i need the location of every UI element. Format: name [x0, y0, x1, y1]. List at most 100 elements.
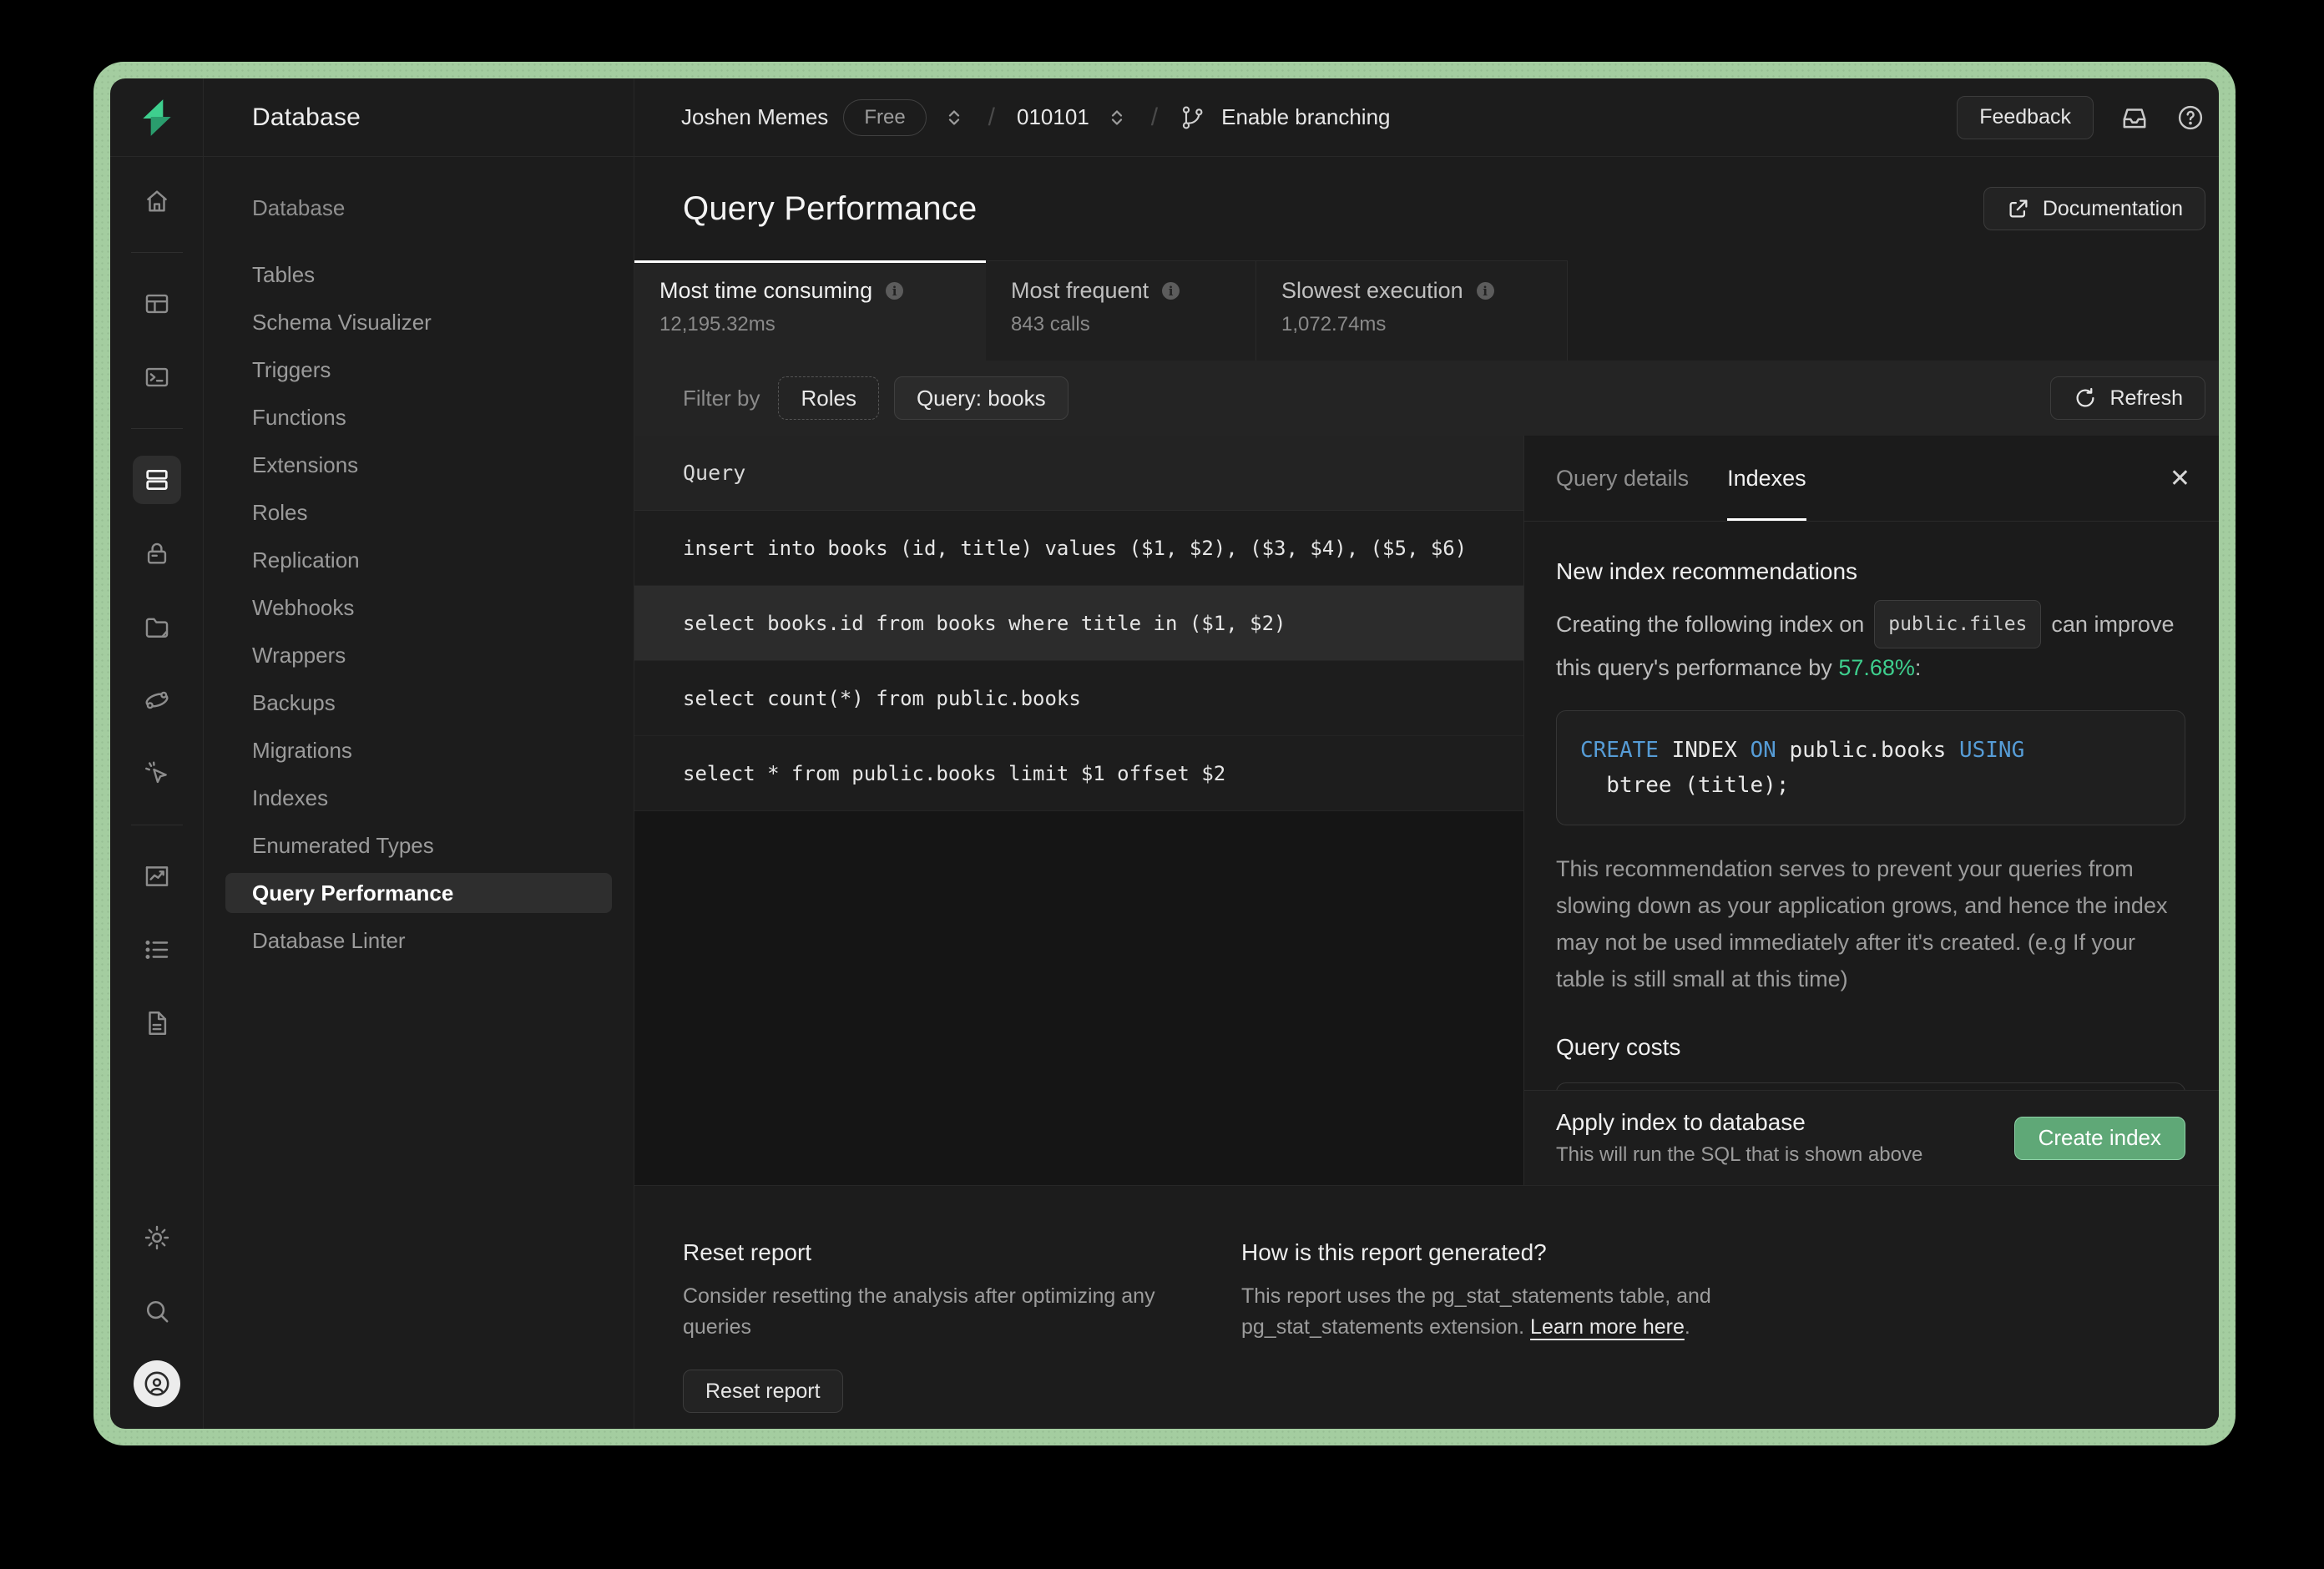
project-id[interactable]: 010101	[1017, 104, 1089, 130]
rail-item-authentication[interactable]	[133, 529, 181, 578]
feedback-button[interactable]: Feedback	[1957, 95, 2094, 139]
rail-item-table-editor[interactable]	[133, 280, 181, 328]
help-button[interactable]	[2175, 103, 2205, 133]
main-content: Query Performance Documentation Most tim…	[634, 157, 2219, 1429]
refresh-label: Refresh	[2109, 386, 2183, 410]
table-name-chip: public.files	[1874, 600, 2042, 648]
filter-bar: Filter by Roles Query: books Refresh	[634, 361, 2219, 436]
info-icon[interactable]: i	[886, 282, 904, 300]
page-header: Query Performance Documentation	[634, 157, 2219, 260]
close-panel-button[interactable]: ✕	[2170, 464, 2190, 493]
rail-item-settings[interactable]	[133, 1213, 181, 1262]
report-info-column: How is this report generated? This repor…	[1241, 1239, 1711, 1429]
tab-value: 1,072.74ms	[1281, 313, 1387, 335]
supabase-logo[interactable]	[110, 78, 204, 156]
reset-report-column: Reset report Consider resetting the anal…	[683, 1239, 1241, 1429]
tab-slowest-execution[interactable]: Slowest execution i 1,072.74ms	[1256, 260, 1568, 361]
enable-branching-button[interactable]: Enable branching	[1221, 104, 1390, 130]
table-row[interactable]: select * from public.books limit $1 offs…	[634, 736, 1523, 811]
documentation-label: Documentation	[2042, 196, 2183, 220]
desc-line: .	[1684, 1315, 1690, 1339]
rail-item-api-docs[interactable]	[133, 999, 181, 1047]
sidebar: Database Tables Schema Visualizer Trigge…	[204, 157, 634, 1429]
rail-item-search[interactable]	[133, 1287, 181, 1335]
sidebar-item-migrations[interactable]: Migrations	[204, 727, 634, 774]
info-icon[interactable]: i	[1162, 282, 1180, 300]
query-costs-heading: Query costs	[1556, 1034, 1681, 1060]
sidebar-item-tables[interactable]: Tables	[204, 251, 634, 299]
top-bar-right: Feedback	[1957, 95, 2205, 139]
sidebar-item-webhooks[interactable]: Webhooks	[204, 584, 634, 632]
panel-tabs: Query details Indexes ✕	[1524, 436, 2219, 522]
tab-label: Slowest execution	[1281, 278, 1463, 303]
rail-item-home[interactable]	[133, 177, 181, 225]
sidebar-item-database-linter[interactable]: Database Linter	[204, 917, 634, 965]
sidebar-item-wrappers[interactable]: Wrappers	[204, 632, 634, 679]
filter-by-label: Filter by	[683, 385, 760, 411]
rail-item-database[interactable]	[132, 456, 181, 504]
org-select-chevrons-icon[interactable]	[942, 105, 967, 130]
tab-indexes[interactable]: Indexes	[1727, 436, 1806, 521]
sidebar-item-schema-visualizer[interactable]: Schema Visualizer	[204, 299, 634, 346]
intro-text: :	[1914, 655, 1922, 680]
intro-text: Creating the following index on	[1556, 612, 1865, 637]
apply-index-subtitle: This will run the SQL that is shown abov…	[1556, 1143, 1923, 1166]
rail-divider	[130, 252, 183, 253]
external-link-icon	[2009, 199, 2028, 218]
info-icon[interactable]: i	[1476, 282, 1494, 300]
inbox-icon	[2123, 108, 2146, 128]
content-split: Query insert into books (id, title) valu…	[634, 436, 2219, 1185]
sidebar-item-functions[interactable]: Functions	[204, 394, 634, 441]
table-row-selected[interactable]: select books.id from books where title i…	[634, 586, 1523, 661]
sidebar-item-enumerated-types[interactable]: Enumerated Types	[204, 822, 634, 870]
query-filter-button[interactable]: Query: books	[893, 376, 1069, 420]
breadcrumb-separator: /	[988, 103, 996, 131]
inbox-button[interactable]	[2119, 102, 2150, 134]
tab-most-time-consuming[interactable]: Most time consuming i 12,195.32ms	[634, 260, 986, 361]
rail-bottom-group	[133, 1213, 181, 1407]
recommendations-heading: New index recommendations	[1556, 558, 1858, 584]
app-title: Database	[252, 103, 361, 131]
tab-most-frequent[interactable]: Most frequent i 843 calls	[986, 260, 1256, 361]
rail-item-edge-functions[interactable]	[133, 676, 181, 724]
apply-index-title: Apply index to database	[1556, 1109, 1806, 1135]
sidebar-item-triggers[interactable]: Triggers	[204, 346, 634, 394]
rail-item-logs[interactable]	[133, 926, 181, 974]
sql-keyword: ON	[1750, 738, 1776, 763]
user-avatar[interactable]	[133, 1360, 180, 1407]
reset-report-description: Consider resetting the analysis after op…	[683, 1281, 1241, 1343]
home-icon	[146, 190, 167, 212]
bottom-section: Reset report Consider resetting the anal…	[634, 1185, 2219, 1429]
sidebar-item-roles[interactable]: Roles	[204, 489, 634, 537]
sidebar-item-replication[interactable]: Replication	[204, 537, 634, 584]
window-frame: Database Joshen Memes Free / 010101 / En…	[93, 62, 2236, 1445]
sql-text: public.books	[1776, 738, 1959, 763]
reset-report-button[interactable]: Reset report	[683, 1370, 843, 1413]
rail-item-storage[interactable]	[133, 603, 181, 651]
refresh-button[interactable]: Refresh	[2050, 376, 2205, 420]
table-row[interactable]: select count(*) from public.books	[634, 661, 1523, 736]
recommendation-note: This recommendation serves to prevent yo…	[1556, 850, 2185, 997]
rail-item-reports[interactable]	[133, 852, 181, 901]
rail-item-sql-editor[interactable]	[133, 353, 181, 401]
sidebar-item-backups[interactable]: Backups	[204, 679, 634, 727]
desc-line: Consider resetting the analysis after op…	[683, 1284, 1155, 1308]
sidebar-item-extensions[interactable]: Extensions	[204, 441, 634, 489]
documentation-button[interactable]: Documentation	[1983, 187, 2205, 230]
create-index-button[interactable]: Create index	[2013, 1116, 2185, 1160]
rail-item-realtime[interactable]	[133, 749, 181, 798]
learn-more-link[interactable]: Learn more here	[1530, 1315, 1685, 1339]
report-info-title: How is this report generated?	[1241, 1239, 1547, 1265]
logs-icon	[144, 941, 168, 959]
sidebar-item-query-performance[interactable]: Query Performance	[225, 873, 612, 913]
plan-badge: Free	[843, 98, 927, 136]
tab-query-details[interactable]: Query details	[1556, 436, 1689, 521]
apply-index-text: Apply index to database This will run th…	[1556, 1109, 1922, 1167]
roles-filter-button[interactable]: Roles	[778, 376, 879, 420]
org-name[interactable]: Joshen Memes	[681, 104, 828, 130]
table-row[interactable]: insert into books (id, title) values ($1…	[634, 511, 1523, 586]
project-select-chevrons-icon[interactable]	[1104, 105, 1129, 130]
breadcrumb-separator: /	[1150, 103, 1159, 131]
sidebar-item-indexes[interactable]: Indexes	[204, 774, 634, 822]
improvement-percentage: 57.68%	[1838, 655, 1915, 680]
